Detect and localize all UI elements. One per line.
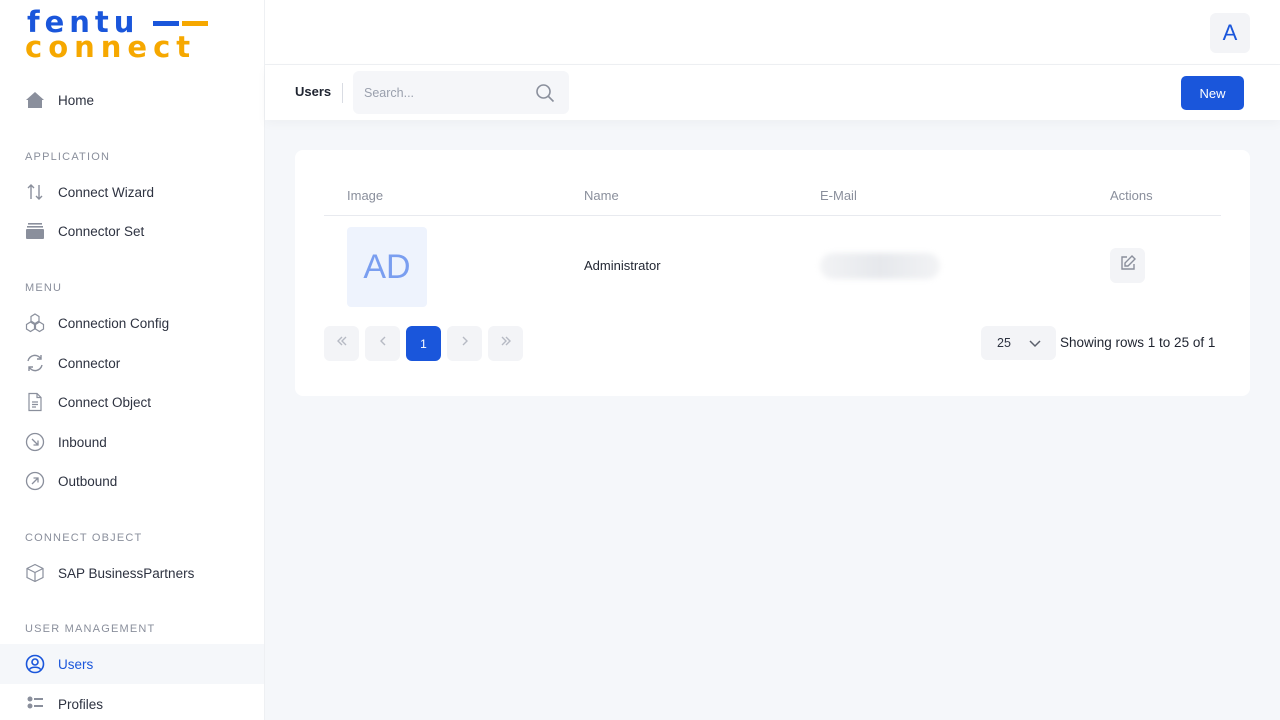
sidebar: fentu connect Home APPLICATION Connect W… (0, 0, 265, 720)
user-circle-icon (25, 654, 45, 674)
toolbar-divider (342, 83, 343, 103)
sidebar-item-connector[interactable]: Connector (0, 343, 264, 383)
page-size-select[interactable]: 25 (981, 326, 1056, 360)
sidebar-item-label: SAP BusinessPartners (58, 565, 195, 581)
chevron-right-icon (458, 334, 472, 353)
document-icon (25, 392, 45, 412)
chevron-left-icon (376, 334, 390, 353)
logo-dash-yellow (182, 21, 208, 26)
double-chevron-right-icon (499, 334, 513, 353)
fentu-connect-logo[interactable]: fentu connect (25, 6, 215, 64)
sidebar-item-label: Users (58, 656, 94, 672)
chevron-down-icon (1028, 336, 1042, 353)
user-name-cell: Administrator (584, 258, 661, 273)
arrow-up-right-circle-icon (25, 471, 45, 491)
sidebar-item-label: Outbound (58, 473, 118, 489)
logo-text-connect: connect (25, 30, 197, 64)
edit-icon (1119, 254, 1137, 277)
section-label-application: APPLICATION (25, 151, 111, 163)
sidebar-item-connection-config[interactable]: Connection Config (0, 303, 264, 343)
refresh-icon (25, 353, 45, 373)
sidebar-item-connect-object[interactable]: Connect Object (0, 382, 264, 422)
column-header-name[interactable]: Name (584, 188, 619, 203)
new-button[interactable]: New (1181, 76, 1244, 110)
user-avatar-image: AD (347, 227, 427, 307)
page-toolbar: Users New (265, 65, 1280, 120)
top-header: A (265, 0, 1280, 65)
sidebar-item-connect-wizard[interactable]: Connect Wizard (0, 172, 264, 212)
search-icon[interactable] (535, 83, 555, 103)
edit-user-button[interactable] (1110, 248, 1145, 283)
section-label-menu: MENU (25, 282, 63, 294)
previous-page-button[interactable] (365, 326, 400, 361)
sidebar-item-label: Profiles (58, 696, 104, 712)
cubes-icon (25, 313, 45, 333)
sidebar-item-outbound[interactable]: Outbound (0, 461, 264, 501)
arrow-down-left-circle-icon (25, 432, 45, 452)
search-input[interactable] (353, 71, 533, 114)
sidebar-item-label: Connection Config (58, 315, 170, 331)
last-page-button[interactable] (488, 326, 523, 361)
double-chevron-left-icon (335, 334, 349, 353)
page-size-value: 25 (997, 336, 1011, 350)
section-label-user-management: USER MANAGEMENT (25, 623, 156, 635)
folder-icon (25, 221, 45, 241)
page-button-current[interactable]: 1 (406, 326, 441, 361)
home-icon (25, 90, 45, 110)
sidebar-item-label: Inbound (58, 434, 107, 450)
users-table-card: Image Name E-Mail Actions AD Administrat… (295, 150, 1250, 396)
sidebar-item-home[interactable]: Home (0, 80, 264, 120)
logo-dash-blue (153, 21, 179, 26)
pagination-info: Showing rows 1 to 25 of 1 (1060, 335, 1216, 350)
next-page-button[interactable] (447, 326, 482, 361)
page-title: Users (295, 84, 332, 99)
sidebar-item-label: Connect Object (58, 394, 152, 410)
sidebar-item-profiles[interactable]: Profiles (0, 684, 264, 720)
search-box (353, 71, 569, 114)
table-header-divider (324, 215, 1221, 216)
section-label-connect-object: CONNECT OBJECT (25, 532, 143, 544)
sidebar-item-label: Connector Set (58, 223, 145, 239)
column-header-actions: Actions (1110, 188, 1153, 203)
sidebar-item-users[interactable]: Users (0, 644, 264, 684)
sidebar-item-label: Connect Wizard (58, 184, 155, 200)
list-icon (25, 694, 45, 714)
sidebar-item-inbound[interactable]: Inbound (0, 422, 264, 462)
sidebar-item-label: Home (58, 92, 95, 108)
arrows-updown-icon (25, 182, 45, 202)
sidebar-item-label: Connector (58, 355, 121, 371)
sidebar-item-connector-set[interactable]: Connector Set (0, 211, 264, 251)
sidebar-item-sap-businesspartners[interactable]: SAP BusinessPartners (0, 553, 264, 593)
box-icon (25, 563, 45, 583)
user-avatar-button[interactable]: A (1210, 13, 1250, 53)
column-header-image[interactable]: Image (347, 188, 383, 203)
column-header-email[interactable]: E-Mail (820, 188, 857, 203)
first-page-button[interactable] (324, 326, 359, 361)
user-email-cell-blurred (820, 253, 940, 279)
